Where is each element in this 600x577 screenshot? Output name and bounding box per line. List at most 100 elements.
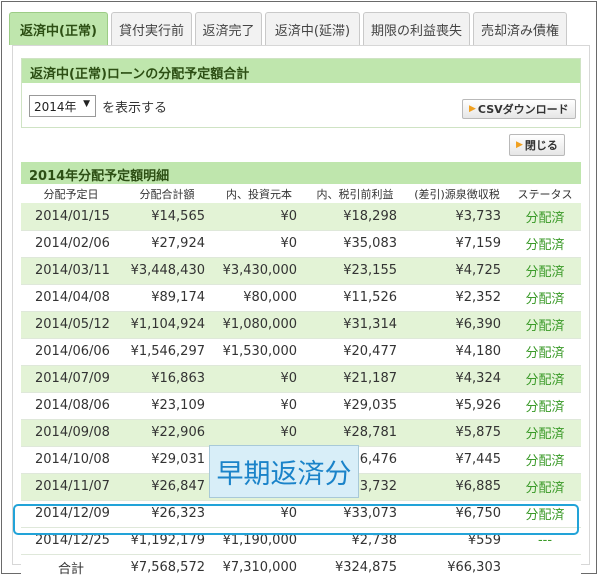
close-label: 閉じる [524,139,558,152]
date-cell: 2014/09/08 [21,419,121,447]
principal-cell: ¥80,000 [213,284,305,312]
table-row: 2014/06/06 ¥1,546,297 ¥1,530,000 ¥20,477 ¥4,… [21,338,581,366]
status-cell: 分配済 [509,419,581,447]
table-row: 2014/01/15 ¥14,565 ¥0 ¥18,298 ¥3,733 分配済 [21,203,581,231]
table-row: 2014/03/11 ¥3,448,430 ¥3,430,000 ¥23,155 ¥4,… [21,257,581,285]
status-cell [509,554,581,577]
profit-cell: ¥21,187 [305,365,405,393]
status-cell: 分配済 [509,338,581,366]
status-cell: 分配済 [509,473,581,501]
csv-download-button[interactable]: ▶ CSVダウンロード [462,99,576,119]
date-cell: 2014/01/15 [21,203,121,231]
csv-download-label: CSVダウンロード [477,103,569,116]
date-cell: 2014/11/07 [21,473,121,501]
table-row: 2014/07/09 ¥16,863 ¥0 ¥21,187 ¥4,324 分配済 [21,365,581,393]
tab-repaying-normal[interactable]: 返済中(正常) [9,12,108,45]
total-cell: ¥14,565 [121,203,213,231]
col-header-total: 分配合計額 [121,184,213,203]
status-cell: 分配済 [509,230,581,258]
total-cell: ¥23,109 [121,392,213,420]
principal-cell: ¥3,430,000 [213,257,305,285]
status-cell: 分配済 [509,284,581,312]
year-select[interactable]: 2014年 ▼ [29,95,96,117]
window-frame: 返済中(正常) 貸付実行前 返済完了 返済中(延滞) 期限の利益喪失 売却済み債… [1,1,597,577]
col-header-date: 分配予定日 [21,184,121,203]
tax-cell: ¥6,885 [405,473,509,501]
principal-cell: ¥1,080,000 [213,311,305,339]
tax-cell: ¥6,390 [405,311,509,339]
tax-cell: ¥7,159 [405,230,509,258]
total-cell: ¥1,546,297 [121,338,213,366]
principal-cell: ¥0 [213,419,305,447]
early-repayment-callout: 早期返済分 [209,445,359,498]
profit-cell: ¥29,035 [305,392,405,420]
tab-before-execution[interactable]: 貸付実行前 [111,12,192,45]
tax-cell: ¥4,180 [405,338,509,366]
col-header-status: ステータス [509,184,581,203]
table-row: 2014/04/08 ¥89,174 ¥80,000 ¥11,526 ¥2,352 分配済 [21,284,581,312]
total-cell: ¥89,174 [121,284,213,312]
tax-cell: ¥4,725 [405,257,509,285]
tax-cell: ¥4,324 [405,365,509,393]
total-cell: ¥26,847 [121,473,213,501]
tax-cell: ¥7,445 [405,446,509,474]
total-cell: ¥7,568,572 [121,554,213,577]
profit-cell: ¥18,298 [305,203,405,231]
date-cell: 2014/08/06 [21,392,121,420]
total-cell: ¥27,924 [121,230,213,258]
principal-cell: ¥0 [213,392,305,420]
tab-repayment-complete[interactable]: 返済完了 [195,12,262,45]
status-cell: 分配済 [509,257,581,285]
tab-repaying-delinquent[interactable]: 返済中(延滞) [265,12,360,45]
tax-cell: ¥5,926 [405,392,509,420]
principal-cell: ¥0 [213,230,305,258]
profit-cell: ¥324,875 [305,554,405,577]
early-repayment-highlight [13,504,579,535]
col-header-pretax-profit: 内、税引前利益 [305,184,405,203]
date-cell: 2014/04/08 [21,284,121,312]
tax-cell: ¥2,352 [405,284,509,312]
date-cell: 2014/05/12 [21,311,121,339]
tab-loss-of-benefit[interactable]: 期限の利益喪失 [363,12,470,45]
tab-sold-claims[interactable]: 売却済み債権 [473,12,567,45]
principal-cell: ¥0 [213,365,305,393]
total-cell: ¥29,031 [121,446,213,474]
dropdown-arrow-icon: ▼ [83,99,90,109]
table-row: 2014/02/06 ¥27,924 ¥0 ¥35,083 ¥7,159 分配済 [21,230,581,258]
tax-cell: ¥66,303 [405,554,509,577]
summary-title: 返済中(正常)ローンの分配予定額合計 [22,59,580,83]
total-cell: ¥1,104,924 [121,311,213,339]
profit-cell: ¥35,083 [305,230,405,258]
profit-cell: ¥31,314 [305,311,405,339]
col-header-principal: 内、投資元本 [213,184,305,203]
status-cell: 分配済 [509,311,581,339]
date-cell: 2014/02/06 [21,230,121,258]
table-header-row: 分配予定日 分配合計額 内、投資元本 内、税引前利益 (差引)源泉徴収税 ステー… [21,184,581,203]
year-value: 2014年 [34,99,77,114]
tax-cell: ¥3,733 [405,203,509,231]
play-icon: ▶ [516,140,523,150]
profit-cell: ¥20,477 [305,338,405,366]
play-icon: ▶ [469,104,476,114]
date-cell: 2014/06/06 [21,338,121,366]
status-cell: 分配済 [509,392,581,420]
tab-bar: 返済中(正常) 貸付実行前 返済完了 返済中(延滞) 期限の利益喪失 売却済み債… [9,12,567,46]
profit-cell: ¥28,781 [305,419,405,447]
table-row: 2014/09/08 ¥22,906 ¥0 ¥28,781 ¥5,875 分配済 [21,419,581,447]
date-cell: 2014/03/11 [21,257,121,285]
total-row: 合計 ¥7,568,572 ¥7,310,000 ¥324,875 ¥66,303 [21,554,581,577]
status-cell: 分配済 [509,446,581,474]
col-header-withholding-tax: (差引)源泉徴収税 [405,184,509,203]
date-cell: 合計 [21,554,121,577]
close-button[interactable]: ▶ 閉じる [509,134,565,156]
total-cell: ¥16,863 [121,365,213,393]
status-cell: 分配済 [509,365,581,393]
detail-title: 2014年分配予定額明細 [21,162,581,184]
principal-cell: ¥0 [213,203,305,231]
date-cell: 2014/10/08 [21,446,121,474]
profit-cell: ¥23,155 [305,257,405,285]
summary-panel: 返済中(正常)ローンの分配予定額合計 2014年 ▼ を表示する ▶ CSVダウ… [21,58,581,128]
profit-cell: ¥11,526 [305,284,405,312]
year-row: 2014年 ▼ を表示する [29,95,167,117]
tax-cell: ¥5,875 [405,419,509,447]
